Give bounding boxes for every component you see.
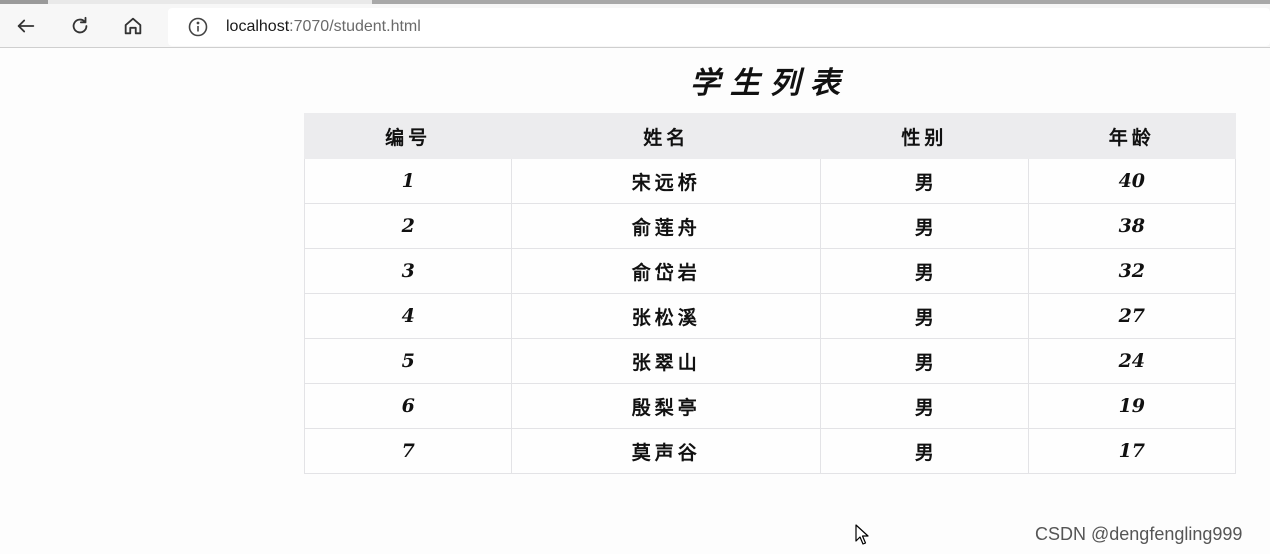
home-button[interactable] xyxy=(117,10,149,42)
cell-age: 32 xyxy=(1027,248,1237,294)
cell-name: 殷梨亭 xyxy=(511,383,822,429)
table-row: 1 宋远桥 男 40 xyxy=(303,158,1237,204)
cell-name: 莫声谷 xyxy=(511,428,822,474)
cell-age: 40 xyxy=(1027,158,1237,204)
cell-id: 6 xyxy=(303,383,513,429)
cell-name: 俞岱岩 xyxy=(511,248,822,294)
url-path: :7070/student.html xyxy=(289,18,421,35)
cell-age: 17 xyxy=(1027,428,1237,474)
info-icon[interactable] xyxy=(188,17,208,37)
column-header-gender: 性别 xyxy=(820,113,1029,159)
cell-gender: 男 xyxy=(820,293,1029,339)
watermark-text: CSDN @dengfengling999 xyxy=(1035,524,1243,544)
browser-toolbar: localhost:7070/student.html xyxy=(0,4,1270,48)
address-bar[interactable]: localhost:7070/student.html xyxy=(168,8,1270,46)
url-text[interactable]: localhost:7070/student.html xyxy=(226,18,421,36)
back-button[interactable] xyxy=(10,10,42,42)
table-row: 3 俞岱岩 男 32 xyxy=(303,248,1237,294)
column-header-id: 编号 xyxy=(303,113,513,159)
home-icon xyxy=(124,17,142,35)
column-header-age: 年龄 xyxy=(1027,113,1237,159)
cell-id: 2 xyxy=(303,203,513,249)
table-row: 2 俞莲舟 男 38 xyxy=(303,203,1237,249)
cell-gender: 男 xyxy=(820,383,1029,429)
table-row: 6 殷梨亭 男 19 xyxy=(303,383,1237,429)
cell-gender: 男 xyxy=(820,203,1029,249)
cell-age: 27 xyxy=(1027,293,1237,339)
table-header-row: 编号 姓名 性别 年龄 xyxy=(303,113,1237,159)
url-host: localhost xyxy=(226,18,290,35)
cell-name: 张松溪 xyxy=(511,293,822,339)
cell-age: 38 xyxy=(1027,203,1237,249)
table-row: 4 张松溪 男 27 xyxy=(303,293,1237,339)
cell-id: 7 xyxy=(303,428,513,474)
cell-gender: 男 xyxy=(820,338,1029,384)
cell-id: 3 xyxy=(303,248,513,294)
cell-age: 19 xyxy=(1027,383,1237,429)
cell-age: 24 xyxy=(1027,338,1237,384)
column-header-name: 姓名 xyxy=(511,113,822,159)
reload-icon xyxy=(72,16,88,34)
cell-name: 张翠山 xyxy=(511,338,822,384)
cell-gender: 男 xyxy=(820,428,1029,474)
back-arrow-icon xyxy=(17,19,35,33)
table-row: 7 莫声谷 男 17 xyxy=(303,428,1237,474)
reload-button[interactable] xyxy=(64,10,96,42)
cell-name: 宋远桥 xyxy=(511,158,822,204)
cell-gender: 男 xyxy=(820,248,1029,294)
cell-id: 4 xyxy=(303,293,513,339)
cell-id: 1 xyxy=(303,158,513,204)
student-table: 编号 姓名 性别 年龄 1 宋远桥 男 40 2 俞莲舟 男 38 3 俞岱岩 … xyxy=(303,113,1237,474)
page-title: 学生列表 xyxy=(690,66,850,101)
table-row: 5 张翠山 男 24 xyxy=(303,338,1237,384)
cell-name: 俞莲舟 xyxy=(511,203,822,249)
mouse-cursor-icon xyxy=(855,524,869,545)
cell-gender: 男 xyxy=(820,158,1029,204)
cell-id: 5 xyxy=(303,338,513,384)
